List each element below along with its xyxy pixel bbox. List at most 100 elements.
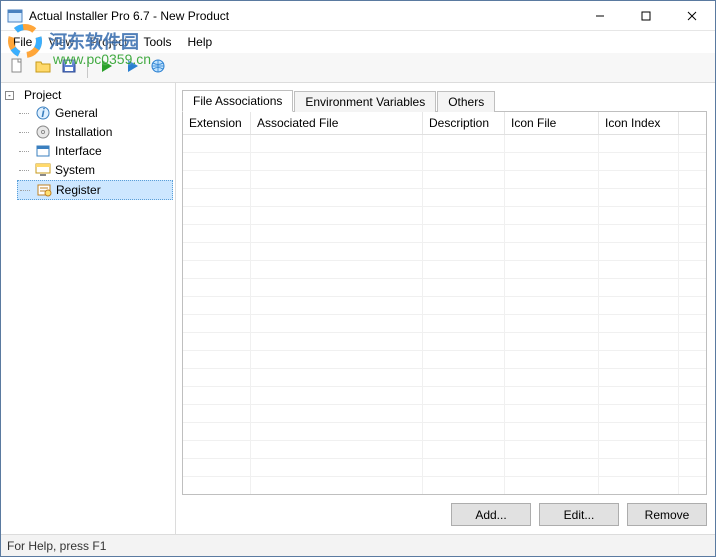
table-cell	[183, 477, 251, 494]
table-row[interactable]	[183, 369, 706, 387]
project-tree[interactable]: - Project iGeneralInstallation Interface S…	[1, 83, 176, 534]
table-cell	[251, 135, 423, 152]
menu-file[interactable]: File	[5, 33, 40, 51]
table-row[interactable]	[183, 243, 706, 261]
table-cell	[183, 315, 251, 332]
tree-toggle[interactable]: -	[5, 91, 14, 100]
tree-line	[19, 113, 29, 114]
tab-file-associations[interactable]: File Associations	[182, 90, 293, 112]
table-cell	[183, 333, 251, 350]
table-buttons: Add... Edit... Remove	[182, 495, 707, 528]
table-row[interactable]	[183, 315, 706, 333]
tree-item-installation[interactable]: Installation	[17, 123, 173, 141]
table-cell	[183, 405, 251, 422]
menu-project[interactable]: Project	[82, 33, 135, 51]
table-cell	[599, 477, 679, 494]
tree-line	[20, 190, 30, 191]
table-cell	[599, 387, 679, 404]
table-row[interactable]	[183, 405, 706, 423]
table-cell	[599, 351, 679, 368]
table-cell	[505, 315, 599, 332]
add-button[interactable]: Add...	[451, 503, 531, 526]
status-text: For Help, press F1	[7, 539, 106, 553]
save-button[interactable]	[57, 56, 81, 80]
table-cell	[423, 243, 505, 260]
table-row[interactable]	[183, 423, 706, 441]
toolbar	[1, 53, 715, 83]
table-cell	[599, 423, 679, 440]
remove-button[interactable]: Remove	[627, 503, 707, 526]
table-cell	[599, 279, 679, 296]
table-cell	[251, 279, 423, 296]
menu-help[interactable]: Help	[180, 33, 221, 51]
table-row[interactable]	[183, 333, 706, 351]
column-extension[interactable]: Extension	[183, 112, 251, 134]
table-row[interactable]	[183, 477, 706, 494]
play-green-button[interactable]	[94, 56, 118, 80]
tree-item-interface[interactable]: Interface	[17, 142, 173, 160]
table-cell	[251, 351, 423, 368]
column-associated-file[interactable]: Associated File	[251, 112, 423, 134]
table-cell	[183, 225, 251, 242]
tab-environment-variables[interactable]: Environment Variables	[294, 91, 436, 112]
table-cell	[423, 423, 505, 440]
table-cell	[423, 297, 505, 314]
tree-item-register[interactable]: Register	[17, 180, 173, 200]
globe-button[interactable]	[146, 56, 170, 80]
edit-button[interactable]: Edit...	[539, 503, 619, 526]
new-file-icon	[9, 58, 25, 77]
menubar: FileViewProjectToolsHelp	[1, 31, 715, 53]
play-blue-button[interactable]	[120, 56, 144, 80]
table-row[interactable]	[183, 225, 706, 243]
table-row[interactable]	[183, 387, 706, 405]
table-body[interactable]	[183, 135, 706, 494]
file-associations-table[interactable]: ExtensionAssociated FileDescriptionIcon …	[182, 111, 707, 495]
open-folder-button[interactable]	[31, 56, 55, 80]
table-cell	[505, 225, 599, 242]
table-row[interactable]	[183, 441, 706, 459]
close-button[interactable]	[669, 1, 715, 30]
window-controls	[577, 1, 715, 30]
table-cell	[251, 405, 423, 422]
table-cell	[505, 405, 599, 422]
table-row[interactable]	[183, 261, 706, 279]
table-cell	[599, 459, 679, 476]
column-icon-file[interactable]: Icon File	[505, 112, 599, 134]
table-cell	[251, 441, 423, 458]
table-cell	[505, 459, 599, 476]
table-row[interactable]	[183, 279, 706, 297]
table-cell	[183, 207, 251, 224]
table-cell	[599, 189, 679, 206]
maximize-button[interactable]	[623, 1, 669, 30]
table-row[interactable]	[183, 207, 706, 225]
table-row[interactable]	[183, 189, 706, 207]
tree-line	[19, 170, 29, 171]
new-file-button[interactable]	[5, 56, 29, 80]
table-row[interactable]	[183, 459, 706, 477]
table-cell	[183, 171, 251, 188]
menu-tools[interactable]: Tools	[136, 33, 180, 51]
table-row[interactable]	[183, 135, 706, 153]
tree-root-project[interactable]: - Project	[3, 87, 173, 103]
tree-item-label: General	[55, 106, 98, 120]
table-cell	[505, 423, 599, 440]
tree-item-general[interactable]: iGeneral	[17, 104, 173, 122]
column-icon-index[interactable]: Icon Index	[599, 112, 679, 134]
table-row[interactable]	[183, 297, 706, 315]
table-row[interactable]	[183, 351, 706, 369]
minimize-button[interactable]	[577, 1, 623, 30]
menu-view[interactable]: View	[40, 33, 82, 51]
tree-item-label: Interface	[55, 144, 102, 158]
tab-others[interactable]: Others	[437, 91, 495, 112]
table-row[interactable]	[183, 171, 706, 189]
table-cell	[599, 441, 679, 458]
table-cell	[251, 189, 423, 206]
table-cell	[505, 369, 599, 386]
tree-item-system[interactable]: System	[17, 161, 173, 179]
column-description[interactable]: Description	[423, 112, 505, 134]
tree-line	[19, 151, 29, 152]
table-cell	[251, 171, 423, 188]
table-cell	[251, 369, 423, 386]
table-row[interactable]	[183, 153, 706, 171]
table-cell	[599, 315, 679, 332]
